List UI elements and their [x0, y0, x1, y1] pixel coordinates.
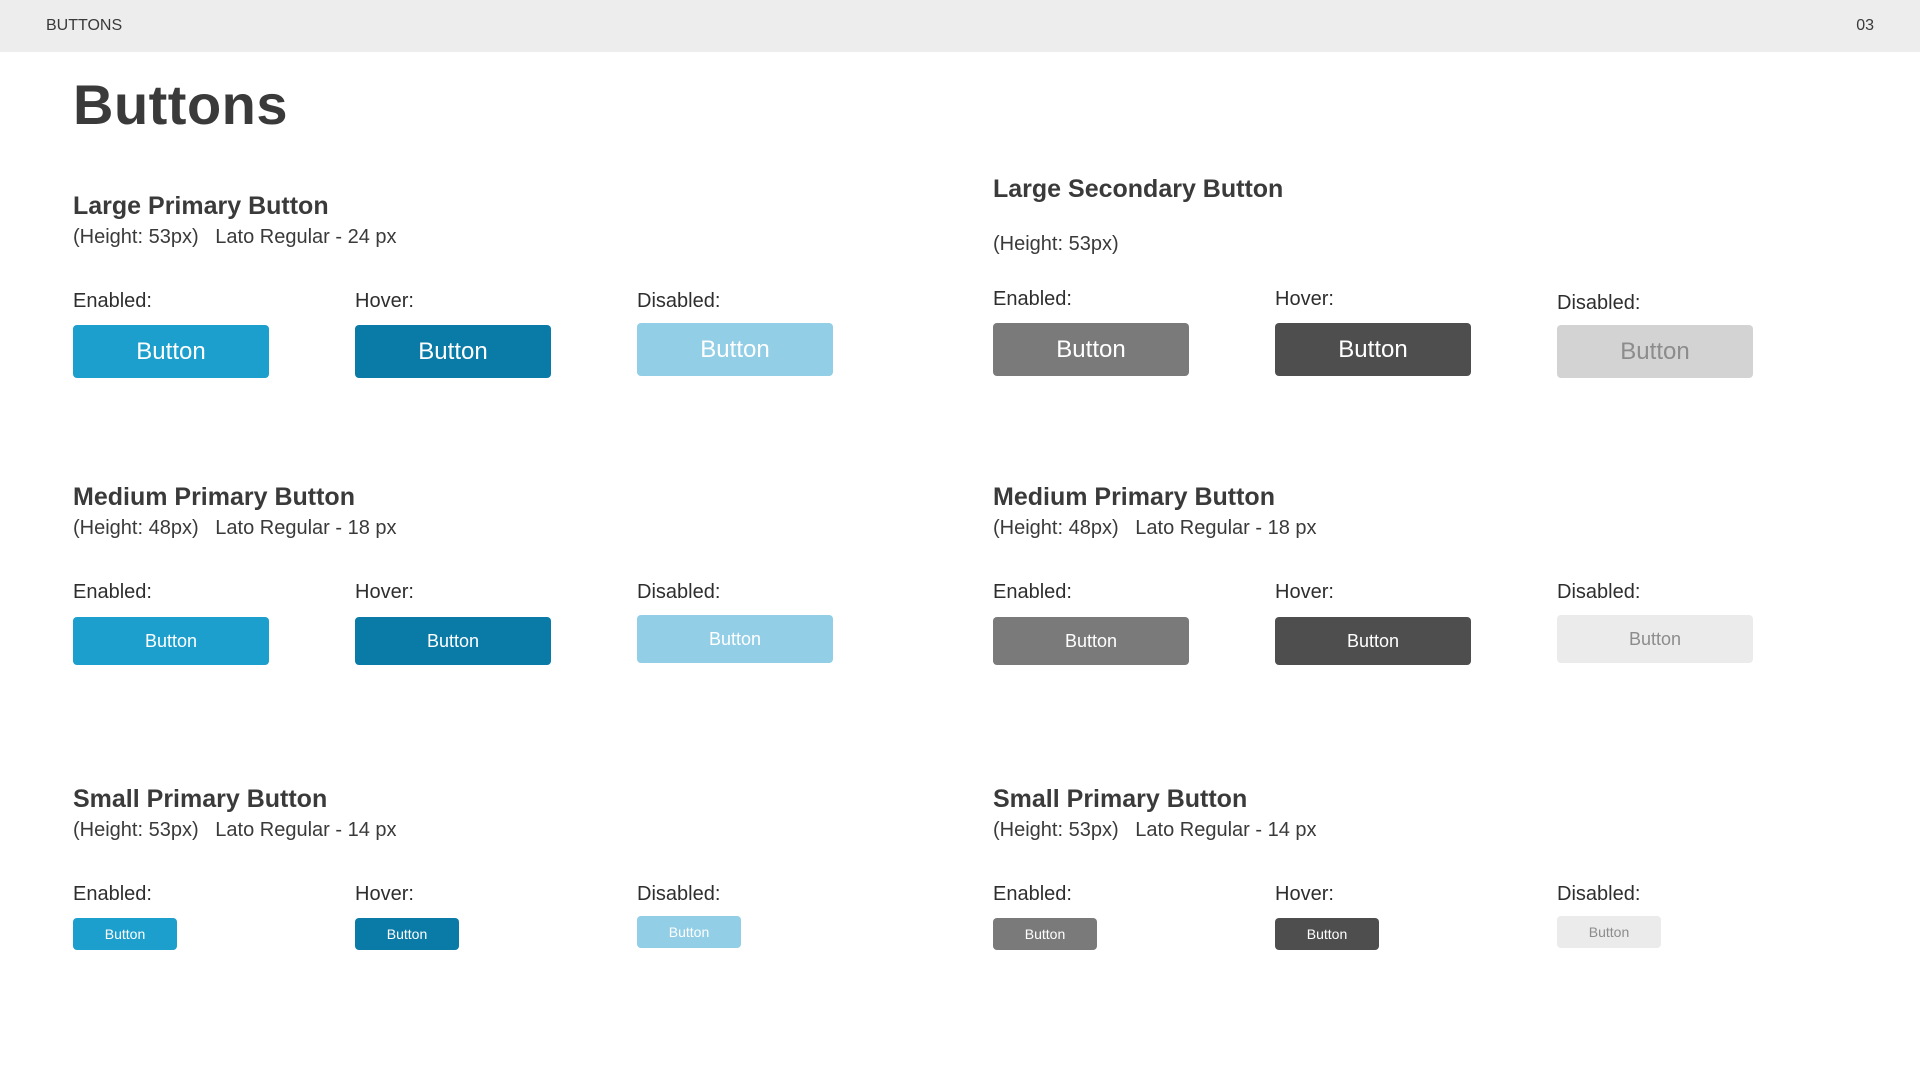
medium-primary-button-enabled[interactable]: Button: [73, 617, 269, 665]
large-primary-button-hover[interactable]: Button: [355, 325, 551, 378]
medium-primary-button-disabled: Button: [637, 615, 833, 663]
hover-state: Hover: Button: [1275, 288, 1475, 388]
section-spec: (Height: 53px) Lato Regular - 14 px: [993, 819, 1317, 841]
state-label-hover: Hover:: [355, 290, 414, 312]
enabled-state: Enabled: Button: [73, 883, 273, 983]
state-label-enabled: Enabled:: [993, 581, 1072, 603]
medium-secondary-section: Medium Primary Button (Height: 48px) Lat…: [993, 483, 1873, 783]
section-title: Large Primary Button: [73, 192, 329, 220]
large-primary-button-enabled[interactable]: Button: [73, 325, 269, 378]
hover-state: Hover: Button: [1275, 883, 1475, 983]
large-primary-section: Large Primary Button (Height: 53px) Lato…: [73, 192, 953, 492]
large-secondary-button-disabled: Button: [1557, 325, 1753, 378]
state-label-enabled: Enabled:: [993, 288, 1072, 310]
enabled-state: Enabled: Button: [993, 581, 1193, 681]
section-title: Medium Primary Button: [993, 483, 1275, 511]
section-title: Large Secondary Button: [993, 175, 1284, 203]
large-primary-button-disabled: Button: [637, 323, 833, 376]
state-label-disabled: Disabled:: [637, 883, 721, 905]
section-title: Small Primary Button: [73, 785, 328, 813]
medium-primary-section: Medium Primary Button (Height: 48px) Lat…: [73, 483, 953, 783]
section-spec: (Height: 48px) Lato Regular - 18 px: [73, 517, 397, 539]
state-label-enabled: Enabled:: [73, 581, 152, 603]
hover-state: Hover: Button: [355, 883, 555, 983]
small-secondary-button-hover[interactable]: Button: [1275, 918, 1379, 950]
large-secondary-button-enabled[interactable]: Button: [993, 323, 1189, 376]
page-number: 03: [1856, 17, 1874, 34]
small-primary-button-hover[interactable]: Button: [355, 918, 459, 950]
section-label: BUTTONS: [46, 17, 123, 34]
hover-state: Hover: Button: [355, 290, 555, 390]
small-secondary-section: Small Primary Button (Height: 53px) Lato…: [993, 785, 1873, 1085]
medium-secondary-button-enabled[interactable]: Button: [993, 617, 1189, 665]
state-label-hover: Hover:: [355, 581, 414, 603]
state-label-disabled: Disabled:: [1557, 292, 1641, 314]
medium-secondary-button-disabled: Button: [1557, 615, 1753, 663]
hover-state: Hover: Button: [1275, 581, 1475, 681]
section-title: Medium Primary Button: [73, 483, 355, 511]
section-title: Small Primary Button: [993, 785, 1248, 813]
small-primary-button-disabled: Button: [637, 916, 741, 948]
small-primary-section: Small Primary Button (Height: 53px) Lato…: [73, 785, 953, 1085]
disabled-state: Disabled: Button: [1557, 883, 1757, 983]
state-label-hover: Hover:: [1275, 288, 1334, 310]
state-label-disabled: Disabled:: [1557, 581, 1641, 603]
enabled-state: Enabled: Button: [73, 581, 273, 681]
page-title: Buttons: [73, 73, 289, 136]
section-spec: (Height: 48px) Lato Regular - 18 px: [993, 517, 1317, 539]
top-bar: BUTTONS 03: [0, 0, 1920, 52]
medium-secondary-button-hover[interactable]: Button: [1275, 617, 1471, 665]
section-spec: (Height: 53px) Lato Regular - 24 px: [73, 226, 397, 248]
state-label-hover: Hover:: [1275, 883, 1334, 905]
state-label-enabled: Enabled:: [73, 290, 152, 312]
medium-primary-button-hover[interactable]: Button: [355, 617, 551, 665]
small-secondary-button-disabled: Button: [1557, 916, 1661, 948]
disabled-state: Disabled: Button: [1557, 292, 1757, 392]
small-primary-button-enabled[interactable]: Button: [73, 918, 177, 950]
state-label-disabled: Disabled:: [637, 290, 721, 312]
state-label-hover: Hover:: [1275, 581, 1334, 603]
state-label-disabled: Disabled:: [637, 581, 721, 603]
state-label-hover: Hover:: [355, 883, 414, 905]
state-label-disabled: Disabled:: [1557, 883, 1641, 905]
disabled-state: Disabled: Button: [637, 883, 837, 983]
enabled-state: Enabled: Button: [73, 290, 273, 390]
disabled-state: Disabled: Button: [637, 581, 837, 681]
state-label-enabled: Enabled:: [993, 883, 1072, 905]
enabled-state: Enabled: Button: [993, 288, 1193, 388]
disabled-state: Disabled: Button: [1557, 581, 1757, 681]
state-label-enabled: Enabled:: [73, 883, 152, 905]
hover-state: Hover: Button: [355, 581, 555, 681]
section-spec: (Height: 53px) Lato Regular - 14 px: [73, 819, 397, 841]
large-secondary-section: Large Secondary Button (Height: 53px) En…: [993, 175, 1873, 475]
section-spec: (Height: 53px): [993, 233, 1119, 255]
disabled-state: Disabled: Button: [637, 290, 837, 390]
small-secondary-button-enabled[interactable]: Button: [993, 918, 1097, 950]
enabled-state: Enabled: Button: [993, 883, 1193, 983]
large-secondary-button-hover[interactable]: Button: [1275, 323, 1471, 376]
